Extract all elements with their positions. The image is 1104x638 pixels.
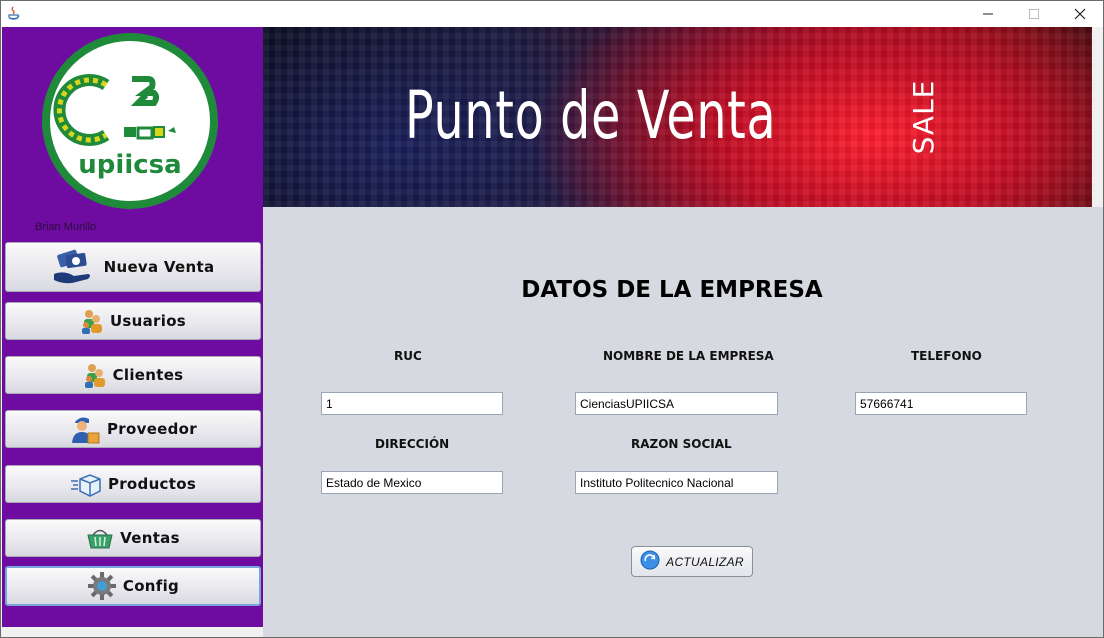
cash-hand-icon bbox=[52, 248, 98, 286]
business-name-label: RAZON SOCIAL bbox=[631, 437, 732, 451]
company-name-label: NOMBRE DE LA EMPRESA bbox=[603, 349, 774, 363]
nav-nueva-venta-button[interactable]: Nueva Venta bbox=[5, 242, 261, 292]
address-label: DIRECCIÓN bbox=[375, 437, 450, 451]
minimize-icon bbox=[983, 13, 993, 15]
banner-sale-text: SALE bbox=[906, 79, 940, 155]
nav-label: Ventas bbox=[120, 529, 180, 547]
header-banner: Punto de Venta SALE bbox=[263, 27, 1092, 207]
refresh-icon bbox=[640, 550, 660, 574]
upiicsa-logo: upiicsa bbox=[40, 31, 220, 211]
company-name-field[interactable] bbox=[575, 392, 778, 415]
nav-config-button[interactable]: Config bbox=[5, 566, 261, 606]
ruc-label: RUC bbox=[394, 349, 422, 363]
close-button[interactable] bbox=[1057, 1, 1103, 27]
maximize-icon bbox=[1029, 9, 1039, 19]
update-label: ACTUALIZAR bbox=[666, 554, 744, 569]
basket-icon bbox=[86, 526, 114, 550]
nav-productos-button[interactable]: Productos bbox=[5, 465, 261, 503]
nav-label: Productos bbox=[107, 475, 197, 493]
delivery-man-icon bbox=[69, 413, 101, 445]
nav-label: Nueva Venta bbox=[103, 258, 215, 276]
maximize-button[interactable] bbox=[1011, 1, 1057, 27]
close-icon bbox=[1074, 8, 1086, 20]
banner-title: Punto de Venta bbox=[405, 77, 777, 154]
phone-field[interactable] bbox=[855, 392, 1027, 415]
nav-label: Clientes bbox=[112, 366, 184, 384]
box-icon bbox=[70, 471, 102, 497]
title-bar bbox=[1, 1, 1103, 27]
business-name-field[interactable] bbox=[575, 471, 778, 494]
nav-label: Usuarios bbox=[109, 312, 187, 330]
update-button[interactable]: ACTUALIZAR bbox=[631, 546, 753, 577]
ruc-field[interactable] bbox=[321, 392, 503, 415]
clients-icon bbox=[83, 362, 107, 388]
java-icon bbox=[6, 6, 21, 22]
company-data-panel: DATOS DE LA EMPRESA RUC NOMBRE DE LA EMP… bbox=[263, 207, 1103, 637]
nav-label: Config bbox=[122, 577, 180, 595]
nav-proveedor-button[interactable]: Proveedor bbox=[5, 410, 261, 448]
nav-usuarios-button[interactable]: Usuarios bbox=[5, 302, 261, 340]
gear-icon bbox=[87, 571, 117, 601]
logo-text: upiicsa bbox=[78, 150, 181, 180]
page-title: DATOS DE LA EMPRESA bbox=[521, 277, 823, 303]
nav-label: Proveedor bbox=[107, 420, 197, 438]
address-field[interactable] bbox=[321, 471, 503, 494]
users-icon bbox=[80, 308, 104, 334]
phone-label: TELEFONO bbox=[911, 349, 982, 363]
nav-clientes-button[interactable]: Clientes bbox=[5, 356, 261, 394]
minimize-button[interactable] bbox=[965, 1, 1011, 27]
app-window: upiicsa Brian Murillo Nueva Venta Usuari… bbox=[0, 0, 1104, 638]
user-name: Brian Murillo bbox=[35, 221, 97, 233]
sidebar: upiicsa Brian Murillo Nueva Venta Usuari… bbox=[2, 27, 263, 627]
nav-ventas-button[interactable]: Ventas bbox=[5, 519, 261, 557]
